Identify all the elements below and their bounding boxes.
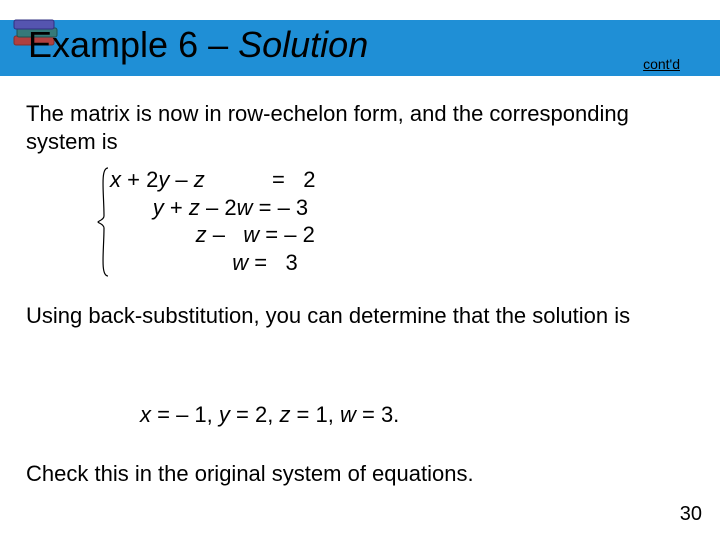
equation-system: x + 2y – z = 2 y + z – 2w = – 3 z – w = … bbox=[110, 166, 315, 276]
system-brace-icon bbox=[96, 166, 110, 278]
page-number: 30 bbox=[680, 503, 702, 526]
title-prefix: Example 6 – bbox=[28, 24, 238, 65]
solution-line: x = – 1, y = 2, z = 1, w = 3. bbox=[140, 402, 399, 428]
equation-row: x + 2y – z = 2 bbox=[110, 166, 315, 194]
paragraph-3: Check this in the original system of equ… bbox=[26, 460, 686, 488]
equation-row: z – w = – 2 bbox=[110, 221, 315, 249]
equation-row: w = 3 bbox=[110, 249, 315, 277]
paragraph-2: Using back-substitution, you can determi… bbox=[26, 302, 686, 330]
slide-title: Example 6 – Solution bbox=[28, 24, 368, 66]
paragraph-1: The matrix is now in row-echelon form, a… bbox=[26, 100, 686, 155]
title-italic: Solution bbox=[238, 24, 368, 65]
equation-row: y + z – 2w = – 3 bbox=[110, 194, 315, 222]
continued-label: cont'd bbox=[643, 56, 680, 72]
